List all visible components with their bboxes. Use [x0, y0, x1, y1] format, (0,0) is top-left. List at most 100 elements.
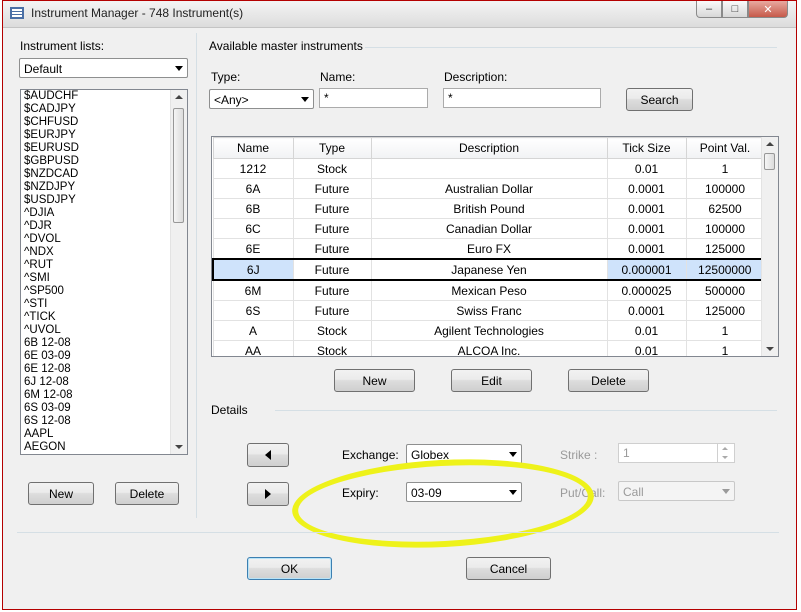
list-item[interactable]: $NZDJPY — [21, 181, 187, 194]
table-row[interactable]: AA Stock ALCOA Inc. 0.01 1 — [212, 340, 765, 356]
table-row[interactable]: 1212 Stock 0.01 1 — [212, 158, 765, 179]
table-cell: Euro FX — [370, 238, 608, 260]
maximize-button[interactable]: □ — [722, 1, 748, 18]
list-item[interactable]: AEGON — [21, 441, 187, 454]
list-item[interactable]: $NZDCAD — [21, 168, 187, 181]
table-cell: 1 — [685, 158, 765, 179]
name-input[interactable]: * — [319, 88, 428, 108]
instrument-new-button[interactable]: New — [334, 369, 415, 392]
ok-button[interactable]: OK — [247, 557, 332, 580]
list-item[interactable]: 6S 12-08 — [21, 415, 187, 428]
list-item[interactable]: $EURUSD — [21, 142, 187, 155]
instrument-grid[interactable]: Name Type Description Tick Size Point Val. 1… — [211, 136, 779, 357]
app-icon — [10, 7, 24, 19]
column-header[interactable]: Name — [212, 137, 294, 159]
table-row[interactable]: 6C Future Canadian Dollar 0.0001 100000 — [212, 218, 765, 239]
list-new-button[interactable]: New — [28, 482, 94, 505]
list-scrollbar[interactable] — [170, 90, 187, 454]
cancel-button[interactable]: Cancel — [466, 557, 551, 580]
list-item[interactable]: ^SMI — [21, 272, 187, 285]
expiry-label: Expiry: — [342, 486, 379, 500]
table-cell: Future — [292, 279, 372, 301]
scroll-down-icon[interactable] — [766, 347, 774, 351]
column-header[interactable]: Point Val. — [685, 137, 765, 159]
table-body: 1212 Stock 0.01 1 6A Future Australian Dollar 0… — [212, 158, 765, 356]
list-item[interactable]: ^DJIA — [21, 207, 187, 220]
list-delete-button[interactable]: Delete — [115, 482, 179, 505]
expiry-select[interactable]: 03-09 — [406, 482, 522, 502]
list-item[interactable]: 6S 03-09 — [21, 402, 187, 415]
list-item[interactable]: 6B 12-08 — [21, 337, 187, 350]
table-cell: A — [212, 320, 294, 341]
list-item[interactable]: $AUDCHF — [21, 90, 187, 103]
title-bar[interactable]: Instrument Manager - 748 Instrument(s) –… — [3, 1, 796, 28]
table-cell: 100000 — [685, 218, 765, 239]
column-header[interactable]: Description — [370, 137, 608, 159]
list-item[interactable]: ^RUT — [21, 259, 187, 272]
list-item[interactable]: ^STI — [21, 298, 187, 311]
list-item[interactable]: 6E 03-09 — [21, 350, 187, 363]
strike-spinner[interactable] — [717, 444, 734, 462]
table-cell: 1 — [685, 340, 765, 356]
grid-scrollbar[interactable] — [761, 137, 778, 356]
instrument-table: Name Type Description Tick Size Point Val. 1… — [212, 137, 765, 356]
scroll-thumb[interactable] — [173, 108, 184, 223]
scroll-up-icon[interactable] — [766, 142, 774, 146]
list-item[interactable]: 6M 12-08 — [21, 389, 187, 402]
instrument-delete-button[interactable]: Delete — [568, 369, 649, 392]
column-header[interactable]: Tick Size — [606, 137, 687, 159]
list-item[interactable]: $USDJPY — [21, 194, 187, 207]
move-left-button[interactable] — [247, 443, 289, 467]
spin-down-icon[interactable] — [722, 456, 728, 459]
instrument-lists-label: Instrument lists: — [20, 39, 105, 53]
panel-divider — [196, 33, 197, 518]
table-row[interactable]: 6J Future Japanese Yen 0.000001 12500000 — [212, 258, 765, 281]
type-select[interactable]: <Any> — [209, 89, 314, 109]
search-button[interactable]: Search — [626, 88, 693, 111]
instrument-list-select[interactable]: Default — [19, 58, 188, 78]
table-row[interactable]: 6A Future Australian Dollar 0.0001 100000 — [212, 178, 765, 199]
description-input[interactable]: * — [443, 88, 601, 108]
scroll-up-icon[interactable] — [175, 95, 183, 99]
list-item[interactable]: ^DJR — [21, 220, 187, 233]
list-item[interactable]: ^TICK — [21, 311, 187, 324]
strike-input[interactable]: 1 — [618, 443, 735, 463]
table-row[interactable]: 6M Future Mexican Peso 0.000025 500000 — [212, 279, 765, 301]
move-right-button[interactable] — [247, 482, 289, 506]
list-item[interactable]: $CADJPY — [21, 103, 187, 116]
minimize-button[interactable]: – — [696, 1, 722, 18]
list-item[interactable]: $GBPUSD — [21, 155, 187, 168]
table-cell: 6B — [212, 198, 294, 219]
type-label: Type: — [211, 70, 241, 84]
spin-up-icon[interactable] — [722, 447, 728, 450]
list-item[interactable]: ^NDX — [21, 246, 187, 259]
scroll-thumb[interactable] — [764, 153, 775, 170]
list-item[interactable]: $CHFUSD — [21, 116, 187, 129]
list-item[interactable]: AAPL — [21, 428, 187, 441]
close-icon: ✕ — [763, 3, 773, 16]
list-item[interactable]: ^DVOL — [21, 233, 187, 246]
list-item[interactable]: 6J 12-08 — [21, 376, 187, 389]
instrument-listbox[interactable]: $AUDCHF $CADJPY $CHFUSD $EURJPY $EURUSD $GBPU… — [20, 89, 188, 455]
putcall-select[interactable]: Call — [618, 481, 735, 501]
exchange-select[interactable]: Globex — [406, 444, 522, 464]
list-item[interactable]: 6E 12-08 — [21, 363, 187, 376]
table-row[interactable]: 6B Future British Pound 0.0001 62500 — [212, 198, 765, 219]
column-header[interactable]: Type — [292, 137, 372, 159]
table-cell: Stock — [292, 320, 372, 341]
table-cell: 0.0001 — [606, 300, 687, 321]
close-button[interactable]: ✕ — [748, 1, 788, 18]
list-item[interactable]: ^UVOL — [21, 324, 187, 337]
table-row[interactable]: 6S Future Swiss Franc 0.0001 125000 — [212, 300, 765, 321]
table-cell: 6C — [212, 218, 294, 239]
table-row[interactable]: A Stock Agilent Technologies 0.01 1 — [212, 320, 765, 341]
scroll-down-icon[interactable] — [175, 445, 183, 449]
table-row[interactable]: 6E Future Euro FX 0.0001 125000 — [212, 238, 765, 260]
instrument-edit-button[interactable]: Edit — [451, 369, 532, 392]
list-item[interactable]: $EURJPY — [21, 129, 187, 142]
list-item[interactable]: ^SP500 — [21, 285, 187, 298]
chevron-down-icon — [175, 66, 183, 71]
table-cell: 1 — [685, 320, 765, 341]
table-cell: Future — [292, 238, 372, 260]
table-cell: 0.000001 — [606, 258, 687, 281]
